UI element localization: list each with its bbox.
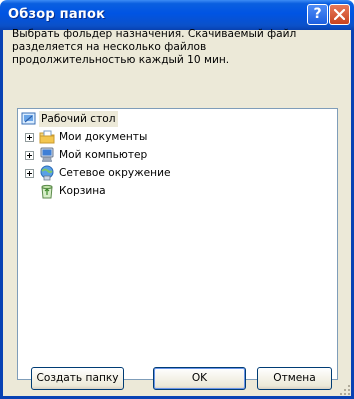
tree-item-label: Мои документы	[59, 131, 148, 143]
close-button[interactable]	[329, 4, 350, 25]
cancel-button-label: Отмена	[273, 372, 316, 384]
resize-grip-icon[interactable]	[339, 384, 351, 396]
tree-item-label: Рабочий стол	[39, 111, 118, 127]
new-folder-button-label: Создать папку	[36, 372, 119, 384]
my-documents-icon	[39, 130, 55, 144]
cancel-button[interactable]: Отмена	[257, 367, 332, 390]
description-line: разделяется на несколько файлов	[12, 41, 207, 54]
recycle-bin-icon	[41, 184, 53, 199]
network-icon	[40, 165, 54, 181]
description-line: продолжительностью каждый 10 мин.	[12, 54, 230, 67]
tree-item-label: Корзина	[59, 185, 106, 197]
desktop-icon	[21, 112, 36, 125]
close-icon	[334, 9, 345, 20]
help-button[interactable]: ?	[307, 4, 328, 25]
expand-toggle[interactable]	[25, 169, 34, 178]
folder-tree[interactable]: Рабочий стол Мои документы Мой компьютер	[17, 108, 338, 380]
browse-folders-dialog: Обзор папок ? Выбрать фольдер назначения…	[0, 0, 354, 399]
window-title: Обзор папок	[8, 7, 106, 22]
ok-button[interactable]: OK	[153, 367, 246, 390]
description-text: Выбрать фольдер назначения. Скачиваемый …	[12, 28, 332, 68]
tree-item-label: Мой компьютер	[59, 149, 148, 161]
expand-toggle[interactable]	[25, 133, 34, 142]
ok-button-label: OK	[191, 372, 208, 384]
my-computer-icon	[40, 147, 54, 162]
new-folder-button[interactable]: Создать папку	[31, 367, 124, 390]
description-line: Выбрать фольдер назначения. Скачиваемый …	[12, 28, 297, 40]
help-icon: ?	[313, 6, 322, 22]
expand-toggle[interactable]	[25, 151, 34, 160]
title-bar[interactable]: Обзор папок ?	[0, 0, 354, 30]
tree-item-label: Сетевое окружение	[59, 167, 171, 179]
